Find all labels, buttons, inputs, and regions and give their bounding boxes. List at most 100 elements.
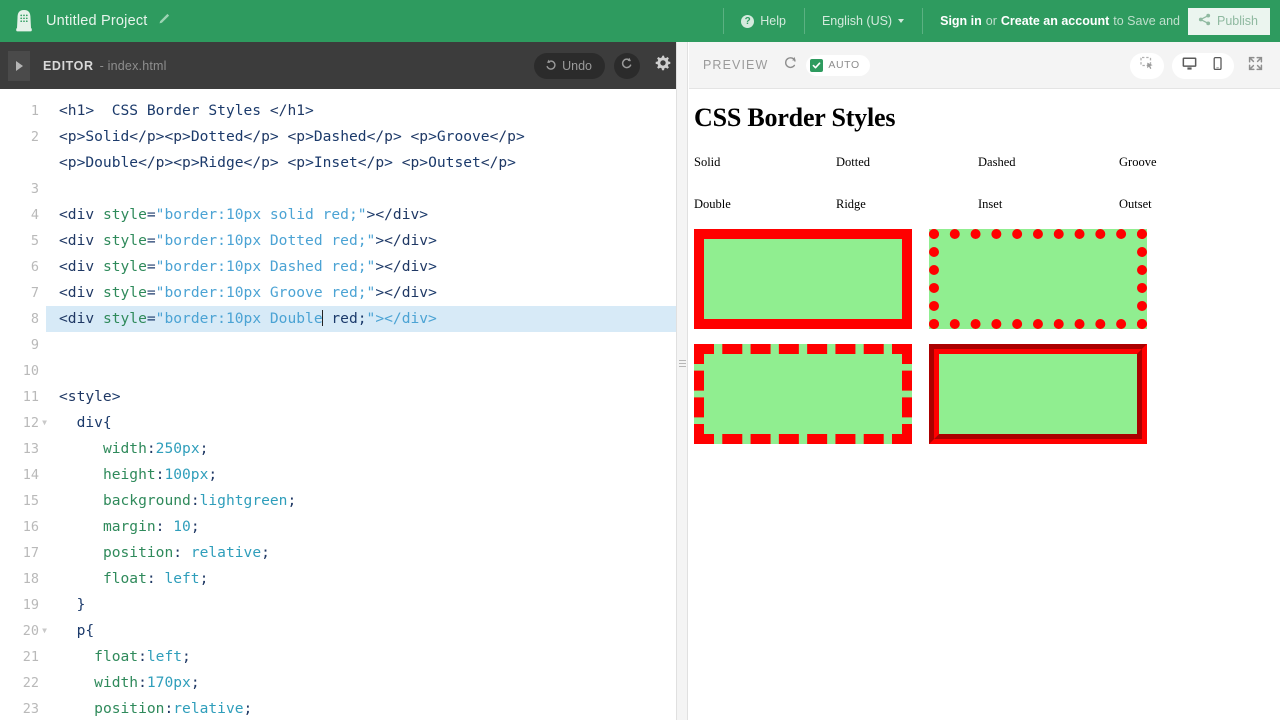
line-number: 20 ▼ [0,618,47,644]
undo-arrow-icon [544,58,557,74]
redo-arrow-icon [620,56,634,75]
signin-link[interactable]: Sign in [940,14,982,28]
code-line[interactable]: margin: 10; [46,514,688,540]
line-number: 7 [30,285,39,301]
question-mark-icon: ? [741,14,755,28]
line-number: 19 [22,597,39,613]
code-line[interactable] [46,176,688,202]
preview-toolbar: PREVIEW AUTO [689,42,1280,89]
line-number: 14 [22,467,39,483]
editor-pane: EDITOR - index.html Undo 1 2 3 4 5 6 7 8… [0,42,688,720]
checkmark-icon [810,58,824,72]
line-number: 10 [22,363,39,379]
publish-button[interactable]: Publish [1188,7,1270,35]
auto-refresh-toggle[interactable]: AUTO [806,54,870,76]
refresh-icon [783,55,798,75]
code-line[interactable] [46,358,688,384]
code-line[interactable]: float: left; [46,566,688,592]
border-box-dotted [929,229,1147,329]
code-line[interactable]: position: relative; [46,540,688,566]
code-editor[interactable]: 1 2 3 4 5 6 7 8 9 10 11 12 ▼ 13 14 15 16 17 18 19 20 ▼ 21 22 23 … [0,89,688,720]
code-line[interactable]: <h1> CSS Border Styles </h1> [46,98,688,124]
text-cursor [322,310,324,326]
line-number: 13 [22,441,39,457]
code-line[interactable]: <style> [46,384,688,410]
undo-label: Undo [562,58,592,73]
desktop-monitor-icon [1181,55,1198,77]
pane-splitter[interactable] [676,42,688,720]
desktop-view-button[interactable] [1176,53,1202,79]
help-button[interactable]: ? Help [723,0,804,42]
code-line[interactable]: width:250px; [46,436,688,462]
preview-label-groove: Groove [1119,155,1157,169]
auto-label: AUTO [828,59,860,71]
undo-button[interactable]: Undo [534,52,605,79]
mobile-view-button[interactable] [1204,53,1230,79]
line-number: 11 [22,389,39,405]
code-line[interactable]: height:100px; [46,462,688,488]
inspector-pill [1130,52,1164,79]
line-number-gutter: 1 2 3 4 5 6 7 8 9 10 11 12 ▼ 13 14 15 16 17 18 19 20 ▼ 21 22 23 [0,89,47,720]
language-label: English (US) [821,14,893,28]
border-box-solid [694,229,912,329]
code-line[interactable]: float:left; [46,644,688,670]
signin-prompt: Sign in or Create an account to Save and [922,0,1188,42]
fullscreen-expand-icon [1247,55,1264,77]
line-number: 22 [22,675,39,691]
line-number: 16 [22,519,39,535]
border-box-groove [929,344,1147,444]
viewport-toggle-pill [1172,52,1234,79]
preview-label-outset: Outset [1119,197,1152,211]
refresh-preview-button[interactable] [779,54,801,76]
code-line[interactable]: background:lightgreen; [46,488,688,514]
code-line[interactable]: } [46,592,688,618]
line-number: 9 [30,337,39,353]
code-line[interactable] [46,332,688,358]
code-content[interactable]: <h1> CSS Border Styles </h1> <p>Solid</p>… [46,89,688,720]
brand-area[interactable]: Untitled Project [0,9,172,33]
pencil-icon[interactable] [157,11,172,31]
code-line[interactable]: width:170px; [46,670,688,696]
app-header: Untitled Project ? Help English (US) Sig… [0,0,1280,42]
code-line[interactable]: p{ [46,618,688,644]
code-line[interactable]: <div style="border:10px Double red;"></d… [46,306,688,332]
fullscreen-button[interactable] [1242,53,1268,79]
publish-label: Publish [1217,14,1258,28]
line-number: 1 [30,103,39,119]
code-line[interactable]: div{ [46,410,688,436]
line-number: 21 [22,649,39,665]
preview-heading: CSS Border Styles [694,103,896,132]
editor-settings-button[interactable] [649,53,675,79]
or-label: or [985,14,997,28]
editor-filename: - index.html [99,58,167,73]
triangle-right-icon [15,60,23,71]
language-selector[interactable]: English (US) [803,0,922,42]
line-number: 17 [22,545,39,561]
share-icon [1198,13,1211,29]
code-line[interactable]: <div style="border:10px solid red;"></di… [46,202,688,228]
inspector-button[interactable] [1134,53,1160,79]
code-line[interactable]: <p>Solid</p><p>Dotted</p> <p>Dashed</p> … [46,124,688,176]
redo-button[interactable] [614,52,640,79]
line-number: 3 [30,181,39,197]
line-number: 6 [30,259,39,275]
line-number: 8 [30,311,39,327]
help-label: Help [760,14,786,28]
preview-style-labels: Solid Dotted Dashed Groove Double Ridge Inset O… [689,155,1280,225]
save-suffix-label: to Save and [1113,14,1180,28]
code-line[interactable]: <div style="border:10px Groove red;"></d… [46,280,688,306]
preview-title: PREVIEW [703,58,769,72]
code-line[interactable]: <div style="border:10px Dashed red;"></d… [46,254,688,280]
code-line[interactable]: position:relative; [46,696,688,720]
mobile-phone-icon [1210,56,1225,76]
border-box-dashed [694,344,912,444]
editor-title: EDITOR [43,58,94,73]
chevron-down-icon [898,19,905,23]
line-number: 2 [30,129,39,145]
collapse-editor-button[interactable] [8,50,30,81]
line-number: 5 [30,233,39,249]
create-account-link[interactable]: Create an account [1001,14,1109,28]
gear-icon [653,54,672,78]
code-line[interactable]: <div style="border:10px Dotted red;"></d… [46,228,688,254]
preview-pane: PREVIEW AUTO CSS Border Styles Solid Dot… [689,42,1280,720]
